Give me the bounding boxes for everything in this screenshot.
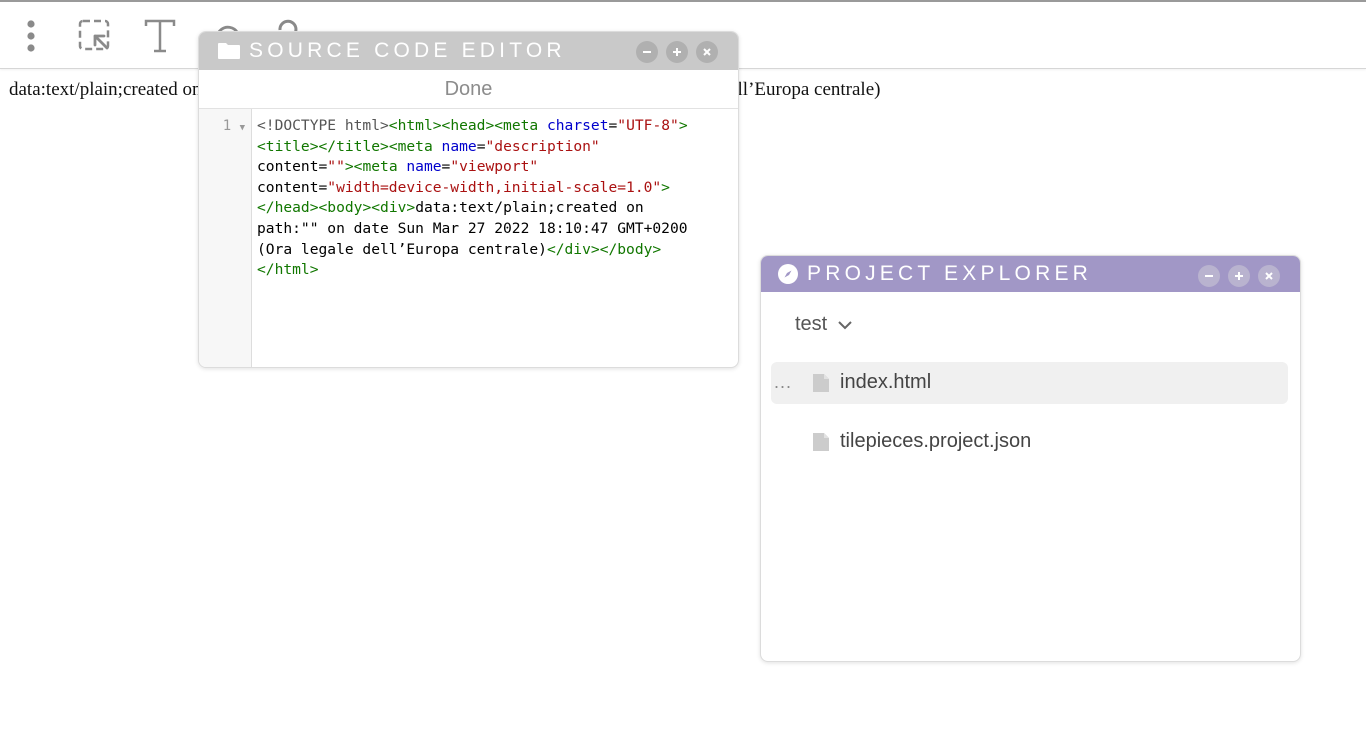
plus-icon xyxy=(673,48,681,56)
compass-icon xyxy=(777,263,799,285)
source-code-editor-title: SOURCE CODE EDITOR xyxy=(249,39,566,62)
project-explorer-title: PROJECT EXPLORER xyxy=(807,262,1093,285)
file-icon xyxy=(813,374,829,392)
close-button[interactable] xyxy=(696,41,718,63)
line-gutter: 1 ▼ xyxy=(199,109,252,367)
code-line[interactable]: <!DOCTYPE html><html><head><meta charset… xyxy=(257,116,735,137)
code-line[interactable]: content=""><meta name="viewport" xyxy=(257,157,735,178)
project-explorer-window[interactable]: PROJECT EXPLORER test ... index.html til… xyxy=(760,255,1301,662)
source-code-editor-window[interactable]: SOURCE CODE EDITOR Done 1 ▼ <!DOCTYPE ht… xyxy=(198,31,739,368)
code-line[interactable]: (Ora legale dell’Europa centrale)</div><… xyxy=(257,240,735,261)
close-icon xyxy=(703,48,711,56)
file-item-index-html[interactable]: ... index.html xyxy=(771,362,1288,404)
close-button[interactable] xyxy=(1258,265,1280,287)
file-name: index.html xyxy=(840,371,932,393)
file-name: tilepieces.project.json xyxy=(840,430,1032,452)
line-number: 1 ▼ xyxy=(222,118,245,134)
chevron-down-icon xyxy=(838,320,852,329)
source-code-editor-header[interactable]: SOURCE CODE EDITOR xyxy=(199,32,738,70)
more-menu-button[interactable] xyxy=(11,16,51,56)
code-line[interactable]: </html> xyxy=(257,260,735,281)
minimize-button[interactable] xyxy=(1198,265,1220,287)
select-cursor-icon xyxy=(78,19,110,51)
fold-arrow-icon[interactable]: ▼ xyxy=(240,123,245,133)
code-line[interactable]: path:"" on date Sun Mar 27 2022 18:10:47… xyxy=(257,219,735,240)
select-tool-button[interactable] xyxy=(75,16,115,56)
vertical-dots-icon xyxy=(27,20,35,52)
code-editor-text[interactable]: <!DOCTYPE html><html><head><meta charset… xyxy=(257,116,735,281)
file-menu-ellipsis[interactable]: ... xyxy=(774,372,792,393)
file-icon xyxy=(813,433,829,451)
code-line[interactable]: <title></title><meta name="description" xyxy=(257,137,735,158)
close-icon xyxy=(1265,272,1273,280)
file-item-tilepieces-project-json[interactable]: tilepieces.project.json xyxy=(771,421,1288,463)
minus-icon xyxy=(643,51,651,53)
maximize-button[interactable] xyxy=(1228,265,1250,287)
maximize-button[interactable] xyxy=(666,41,688,63)
text-icon xyxy=(144,19,176,53)
plus-icon xyxy=(1235,272,1243,280)
project-select-dropdown[interactable]: test xyxy=(795,313,853,336)
folder-icon xyxy=(217,42,241,60)
minus-icon xyxy=(1205,275,1213,277)
code-line[interactable]: content="width=device-width,initial-scal… xyxy=(257,178,735,199)
text-tool-button[interactable] xyxy=(140,16,180,56)
project-name: test xyxy=(795,313,828,335)
code-line[interactable]: </head><body><div>data:text/plain;create… xyxy=(257,198,735,219)
project-explorer-header[interactable]: PROJECT EXPLORER xyxy=(761,256,1300,292)
done-button[interactable]: Done xyxy=(199,70,738,109)
minimize-button[interactable] xyxy=(636,41,658,63)
